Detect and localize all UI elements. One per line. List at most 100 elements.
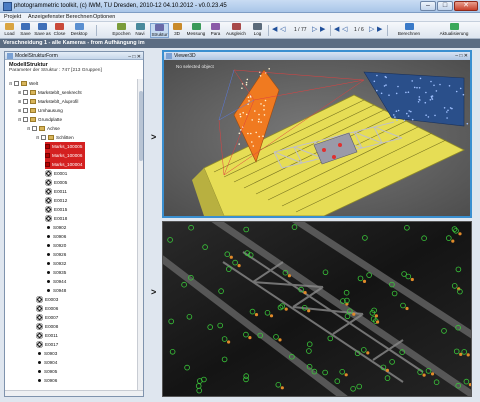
last-epoch-icon[interactable]: ▶ xyxy=(377,25,382,33)
image-viewer[interactable] xyxy=(162,221,472,397)
ausgleich-button[interactable]: Ausgleich xyxy=(224,23,248,38)
aktualisierung-button[interactable]: Aktualisierung xyxy=(432,23,476,38)
tree-node[interactable]: E0017 xyxy=(36,340,58,349)
viewer-window-buttons[interactable]: – □ ✕ xyxy=(455,52,468,60)
menu-projekt[interactable]: Projekt xyxy=(4,14,21,20)
desktop-button[interactable]: Desktop xyxy=(68,23,90,38)
point-icon xyxy=(47,280,50,284)
berechnen-button[interactable]: Berechnen xyxy=(392,23,426,38)
tree-node[interactable]: S0935 xyxy=(45,268,66,277)
tree-node-label: E0001 xyxy=(54,171,68,176)
tree-node-label: S0905 xyxy=(44,369,58,374)
first-arrow-icon[interactable]: ◀ xyxy=(272,25,277,33)
tree-node[interactable]: ⊟ Grundplatte xyxy=(18,115,62,124)
minimize-button[interactable]: – xyxy=(420,1,436,11)
tree-node[interactable]: S0948 xyxy=(45,286,66,295)
tree-node[interactable]: E0005 xyxy=(45,178,67,187)
tree-scrollbar[interactable] xyxy=(137,79,143,396)
scrollbar-thumb[interactable] xyxy=(139,91,143,161)
log-button[interactable]: Log xyxy=(250,23,265,38)
collapse-arrow-icon[interactable]: > xyxy=(151,287,156,297)
viewer-3d[interactable]: Viewer3D – □ ✕ No selected object xyxy=(162,50,472,218)
maximize-button[interactable]: □ xyxy=(437,1,453,11)
tree-node[interactable]: S0932 xyxy=(45,259,66,268)
tree-node[interactable]: S0903 xyxy=(36,349,57,358)
panel-header[interactable]: ModelStrukturForm – □ ✕ xyxy=(5,52,143,60)
save-button[interactable]: Save xyxy=(18,23,33,38)
tree-node[interactable]: S0904 xyxy=(36,358,57,367)
tree-node[interactable]: Marks_100004 xyxy=(45,160,86,169)
tree-node[interactable]: E0006 xyxy=(36,304,58,313)
close-button[interactable]: Close xyxy=(52,23,67,38)
load-button[interactable]: Load xyxy=(2,23,17,38)
tree-node-label: S0904 xyxy=(44,360,58,365)
structure-icon xyxy=(155,24,164,31)
prev-epoch-icon[interactable]: ◁ xyxy=(342,25,347,33)
last-arrow-icon[interactable]: ▶ xyxy=(320,25,325,33)
para-button[interactable]: Para xyxy=(208,23,223,38)
point-icon xyxy=(38,379,41,383)
menu-anzeigefenster[interactable]: Anzeigefenster xyxy=(28,14,65,20)
point-icon xyxy=(38,361,41,365)
tree-node[interactable]: ⊟ Schlitten xyxy=(36,133,74,142)
tree-node[interactable]: E0018 xyxy=(45,214,67,223)
visibility-checkbox[interactable] xyxy=(23,99,28,105)
messung-button[interactable]: Messung xyxy=(186,23,206,38)
tree-node[interactable]: E0007 xyxy=(36,313,58,322)
tree-node[interactable]: E0015 xyxy=(45,205,67,214)
tree-node[interactable]: E0008 xyxy=(36,322,58,331)
tree-node[interactable]: S0905 xyxy=(36,367,57,376)
visibility-checkbox[interactable] xyxy=(41,135,46,141)
visibility-checkbox[interactable] xyxy=(14,81,19,87)
next-epoch-icon[interactable]: ▷ xyxy=(369,25,374,33)
target-icon xyxy=(36,305,43,313)
tree-node[interactable]: S0944 xyxy=(45,277,66,286)
visibility-checkbox[interactable] xyxy=(23,117,28,123)
epoch-counter: 1 / 6 xyxy=(354,27,364,33)
struktur-button[interactable]: Struktur xyxy=(150,23,169,38)
window-titlebar[interactable]: photogrammetric toolkit, (c) IWM, TU Dre… xyxy=(0,0,480,13)
tree-node[interactable]: E0012 xyxy=(45,196,67,205)
first-epoch-icon[interactable]: ◀ xyxy=(334,25,339,33)
tree-node-label: S0935 xyxy=(53,270,67,275)
tree-node[interactable]: S0926 xyxy=(45,250,66,259)
menu-bar: Projekt Anzeigefenster Berechnen Optione… xyxy=(0,13,480,22)
menu-optionen[interactable]: Optionen xyxy=(93,14,115,20)
visibility-checkbox[interactable] xyxy=(23,108,28,114)
tree-node[interactable]: E0001 xyxy=(45,169,67,178)
structure-tree[interactable]: ⊟ Welt ⊞ Marksteblt_senkrecht ⊞ Marksteblt_Al… xyxy=(5,79,143,396)
3d-button[interactable]: 3D xyxy=(170,23,184,38)
tree-node[interactable]: S0906 xyxy=(45,232,66,241)
epochen-button[interactable]: Epochen xyxy=(112,23,131,38)
collapse-arrow-icon[interactable]: > xyxy=(151,132,156,142)
tree-node[interactable]: ⊟ Achse xyxy=(27,124,60,133)
tree-node[interactable]: S0920 xyxy=(45,241,66,250)
tree-node[interactable]: ⊞ Umhausung xyxy=(18,106,63,115)
tree-node[interactable]: Marks_100005 xyxy=(45,142,86,151)
close-button[interactable]: ✕ xyxy=(454,1,478,11)
prev-arrow-icon[interactable]: ◁ xyxy=(280,25,285,33)
next-arrow-icon[interactable]: ▷ xyxy=(312,25,317,33)
tree-node[interactable]: Marks_100006 xyxy=(45,151,86,160)
measurement-image[interactable] xyxy=(163,222,472,397)
navi-button[interactable]: Navi xyxy=(132,23,148,38)
tree-horizontal-scrollbar[interactable] xyxy=(5,390,143,396)
tree-node[interactable]: E0011 xyxy=(36,331,58,340)
viewer-3d-header[interactable]: Viewer3D – □ ✕ xyxy=(164,52,470,60)
tree-node[interactable]: ⊞ Marksteblt_Aluprofil xyxy=(18,97,78,106)
tree-node[interactable]: E0011 xyxy=(45,187,67,196)
visibility-checkbox[interactable] xyxy=(23,90,28,96)
tree-node[interactable]: E0003 xyxy=(36,295,58,304)
menu-berechnen[interactable]: Berechnen xyxy=(66,14,93,20)
ausgleich-label: Ausgleich xyxy=(226,31,246,36)
scene-3d[interactable] xyxy=(164,60,470,216)
save-as-button[interactable]: Save as xyxy=(34,23,51,38)
tree-node[interactable]: S0906 xyxy=(36,376,57,385)
panel-window-buttons[interactable]: – □ ✕ xyxy=(128,53,141,61)
tree-node[interactable]: ⊟ Welt xyxy=(9,79,38,88)
visibility-checkbox[interactable] xyxy=(32,126,37,132)
tree-node[interactable]: ⊞ Marksteblt_senkrecht xyxy=(18,88,82,97)
toolbar-separator xyxy=(268,25,269,36)
image-counter: 1 / 77 xyxy=(294,27,307,33)
tree-node[interactable]: S0902 xyxy=(45,223,66,232)
